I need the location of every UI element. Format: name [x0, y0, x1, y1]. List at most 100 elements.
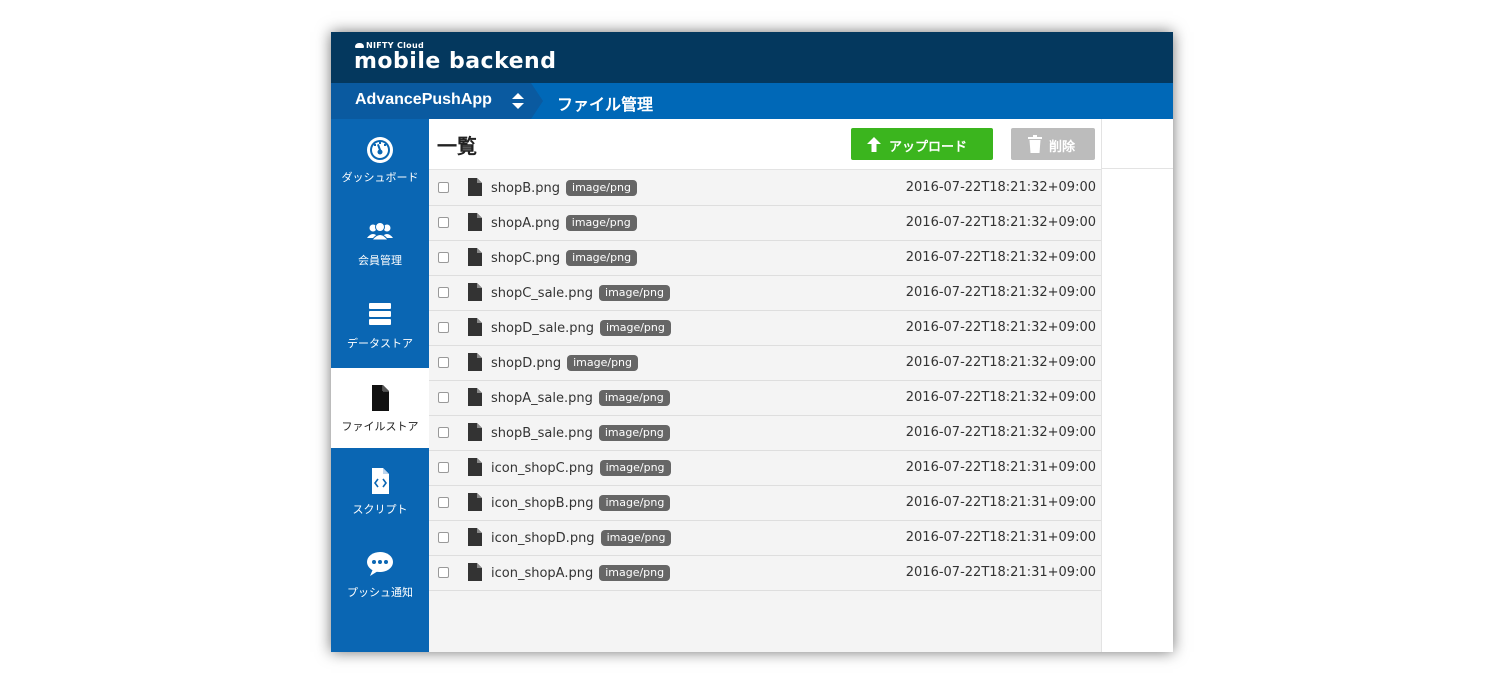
sidebar-item-script[interactable]: スクリプト [331, 451, 429, 534]
detail-pane-header [1102, 119, 1173, 169]
table-row[interactable]: shopB.png image/png 2016-07-22T18:21:32+0… [429, 171, 1101, 206]
database-icon [369, 303, 391, 325]
list-title: 一覧 [437, 134, 477, 158]
sidebar-item-push[interactable]: プッシュ通知 [331, 534, 429, 617]
row-checkbox[interactable] [438, 287, 449, 298]
file-date: 2016-07-22T18:21:32+09:00 [905, 250, 1096, 265]
table-row[interactable]: shopA_sale.png image/png 2016-07-22T18:21… [429, 381, 1101, 416]
table-row[interactable]: shopC_sale.png image/png 2016-07-22T18:21… [429, 276, 1101, 311]
table-row[interactable]: shopD.png image/png 2016-07-22T18:21:32+0… [429, 346, 1101, 381]
sidebar-label-members: 会員管理 [358, 254, 402, 267]
mime-badge: image/png [599, 320, 671, 336]
row-checkbox[interactable] [438, 392, 449, 403]
file-name-cell[interactable]: shopB_sale.png image/png [491, 425, 670, 441]
delete-label: 削除 [1049, 140, 1076, 155]
file-name-cell[interactable]: shopC_sale.png image/png [491, 285, 670, 301]
file-name[interactable]: icon_shopC.png [491, 461, 594, 476]
file-icon [468, 213, 482, 231]
sidebar-item-members[interactable]: 会員管理 [331, 202, 429, 285]
file-name-cell[interactable]: shopA_sale.png image/png [491, 390, 670, 406]
row-checkbox[interactable] [438, 182, 449, 193]
file-icon [468, 528, 482, 546]
file-name-cell[interactable]: shopD.png image/png [491, 355, 639, 371]
file-date: 2016-07-22T18:21:31+09:00 [905, 530, 1096, 545]
sidebar-item-filestore[interactable]: ファイルストア [331, 368, 429, 451]
file-date: 2016-07-22T18:21:32+09:00 [905, 320, 1096, 335]
arrow-up-icon [867, 137, 881, 152]
row-checkbox[interactable] [438, 357, 449, 368]
detail-pane [1101, 119, 1173, 652]
mime-badge: image/png [566, 180, 637, 196]
file-name[interactable]: icon_shopA.png [491, 566, 593, 581]
row-checkbox[interactable] [438, 567, 449, 578]
sort-updown-icon[interactable] [511, 92, 525, 110]
row-checkbox[interactable] [438, 462, 449, 473]
list-header: 一覧 アップロード 削除 [429, 119, 1101, 170]
table-row[interactable]: shopA.png image/png 2016-07-22T18:21:32+0… [429, 206, 1101, 241]
file-icon [468, 283, 482, 301]
file-date: 2016-07-22T18:21:32+09:00 [905, 390, 1096, 405]
upload-button[interactable]: アップロード [851, 128, 993, 160]
row-checkbox[interactable] [438, 217, 449, 228]
mime-badge: image/png [599, 460, 671, 476]
table-row[interactable]: shopC.png image/png 2016-07-22T18:21:32+0… [429, 241, 1101, 276]
file-name-cell[interactable]: icon_shopD.png image/png [491, 530, 672, 546]
file-name[interactable]: shopA.png [491, 216, 560, 231]
sidebar: ダッシュボード 会員管理 データストア ファイルストア スクリプト プッシュ通知 [331, 119, 429, 652]
file-icon [468, 563, 482, 581]
file-name[interactable]: shopB_sale.png [491, 426, 593, 441]
file-name[interactable]: shopB.png [491, 181, 560, 196]
app-selector[interactable]: AdvancePushApp [331, 83, 531, 119]
file-name[interactable]: shopD_sale.png [491, 321, 594, 336]
mime-badge: image/png [598, 390, 670, 406]
delete-button[interactable]: 削除 [1011, 128, 1095, 160]
table-row[interactable]: icon_shopC.png image/png 2016-07-22T18:21… [429, 451, 1101, 486]
app-window: NIFTY Cloud mobile backend AdvancePushAp… [331, 32, 1173, 652]
table-row[interactable]: icon_shopA.png image/png 2016-07-22T18:21… [429, 556, 1101, 591]
file-name[interactable]: icon_shopD.png [491, 531, 595, 546]
table-row[interactable]: shopB_sale.png image/png 2016-07-22T18:21… [429, 416, 1101, 451]
file-date: 2016-07-22T18:21:32+09:00 [905, 215, 1096, 230]
table-row[interactable]: icon_shopD.png image/png 2016-07-22T18:21… [429, 521, 1101, 556]
row-checkbox[interactable] [438, 532, 449, 543]
row-checkbox[interactable] [438, 252, 449, 263]
row-checkbox[interactable] [438, 497, 449, 508]
table-row[interactable]: shopD_sale.png image/png 2016-07-22T18:21… [429, 311, 1101, 346]
script-icon [372, 468, 389, 494]
file-icon [468, 423, 482, 441]
file-name-cell[interactable]: shopB.png image/png [491, 180, 637, 196]
mime-badge: image/png [598, 425, 670, 441]
brand-logo[interactable]: mobile backend [354, 49, 556, 74]
table-row[interactable]: icon_shopB.png image/png 2016-07-22T18:21… [429, 486, 1101, 521]
row-checkbox[interactable] [438, 322, 449, 333]
file-name-cell[interactable]: icon_shopC.png image/png [491, 460, 671, 476]
file-name[interactable]: icon_shopB.png [491, 496, 593, 511]
file-name-cell[interactable]: shopD_sale.png image/png [491, 320, 671, 336]
file-date: 2016-07-22T18:21:31+09:00 [905, 495, 1096, 510]
mime-badge: image/png [566, 250, 638, 266]
file-name[interactable]: shopD.png [491, 356, 561, 371]
file-name[interactable]: shopC.png [491, 251, 560, 266]
mime-badge: image/png [600, 530, 672, 546]
sidebar-item-datastore[interactable]: データストア [331, 285, 429, 368]
sidebar-label-filestore: ファイルストア [341, 420, 419, 433]
file-date: 2016-07-22T18:21:31+09:00 [905, 460, 1096, 475]
file-name-cell[interactable]: icon_shopA.png image/png [491, 565, 671, 581]
top-bar: NIFTY Cloud mobile backend [331, 32, 1173, 83]
cloud-icon [355, 43, 364, 48]
file-name-cell[interactable]: shopC.png image/png [491, 250, 638, 266]
file-date: 2016-07-22T18:21:32+09:00 [905, 425, 1096, 440]
sidebar-label-datastore: データストア [347, 337, 413, 350]
app-name: AdvancePushApp [355, 91, 492, 108]
sidebar-item-dashboard[interactable]: ダッシュボード [331, 119, 429, 202]
file-name-cell[interactable]: shopA.png image/png [491, 215, 637, 231]
dashboard-icon [367, 137, 393, 163]
mime-badge: image/png [599, 285, 670, 301]
users-icon [367, 222, 393, 241]
breadcrumb-separator [531, 83, 543, 119]
file-name[interactable]: shopA_sale.png [491, 391, 593, 406]
file-name[interactable]: shopC_sale.png [491, 286, 593, 301]
sidebar-label-dashboard: ダッシュボード [341, 171, 419, 184]
file-name-cell[interactable]: icon_shopB.png image/png [491, 495, 671, 511]
row-checkbox[interactable] [438, 427, 449, 438]
